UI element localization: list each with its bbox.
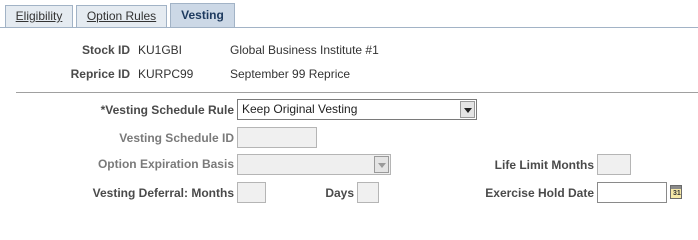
section-divider <box>16 92 698 93</box>
exercise-hold-date-label: Exercise Hold Date <box>485 186 594 200</box>
days-input[interactable] <box>357 182 379 203</box>
calendar-icon[interactable]: 31 <box>670 185 682 199</box>
vesting-deferral-months-input[interactable] <box>237 182 266 203</box>
tab-vesting-label: Vesting <box>181 8 224 22</box>
vesting-schedule-id-input[interactable] <box>237 127 317 148</box>
exercise-hold-date-input[interactable] <box>597 182 667 203</box>
option-expiration-basis-select[interactable] <box>237 154 391 175</box>
vesting-schedule-rule-value: Keep Original Vesting <box>242 102 358 116</box>
vesting-schedule-rule-label: *Vesting Schedule Rule <box>100 103 234 117</box>
vesting-deferral-months-label: Vesting Deferral: Months <box>92 186 234 200</box>
stock-id-description: Global Business Institute #1 <box>230 43 379 57</box>
reprice-id-value: KURPC99 <box>138 67 194 81</box>
tab-eligibility-label: Eligibility <box>15 9 63 23</box>
tab-option-rules-label: Option Rules <box>86 9 157 23</box>
vesting-schedule-rule-select[interactable]: Keep Original Vesting <box>237 99 477 120</box>
calendar-icon-day: 31 <box>673 190 681 197</box>
chevron-down-icon[interactable] <box>460 101 475 118</box>
life-limit-months-label: Life Limit Months <box>494 158 594 172</box>
chevron-down-icon[interactable] <box>374 156 389 173</box>
tab-vesting[interactable]: Vesting <box>170 3 235 28</box>
days-label: Days <box>325 186 354 200</box>
tab-option-rules[interactable]: Option Rules <box>76 5 167 27</box>
tab-divider <box>0 27 698 28</box>
life-limit-months-input[interactable] <box>597 154 631 175</box>
reprice-id-label: Reprice ID <box>70 67 130 81</box>
stock-id-value: KU1GBI <box>138 43 183 57</box>
stock-id-label: Stock ID <box>81 43 130 57</box>
reprice-id-description: September 99 Reprice <box>230 67 351 81</box>
tab-eligibility[interactable]: Eligibility <box>5 5 73 27</box>
vesting-schedule-id-label: Vesting Schedule ID <box>119 131 234 145</box>
option-expiration-basis-label: Option Expiration Basis <box>97 157 234 171</box>
tab-bar: Eligibility Option Rules Vesting <box>0 0 698 28</box>
